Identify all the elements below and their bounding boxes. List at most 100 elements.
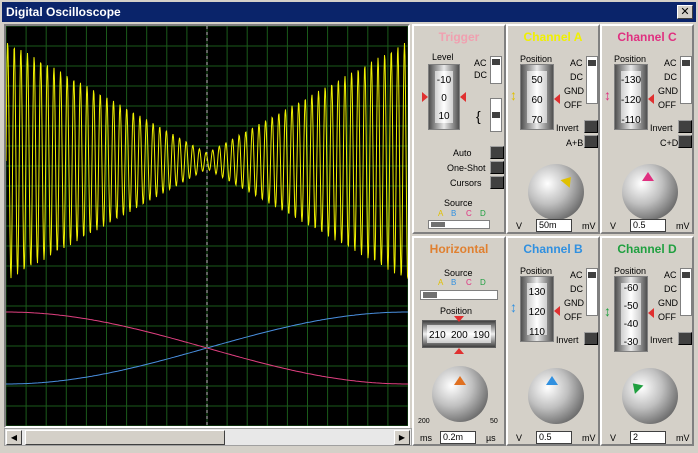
hpos-tick: 210	[429, 330, 446, 341]
coupling-switch[interactable]	[490, 56, 502, 84]
hsource-c: C	[466, 278, 472, 287]
timebase-knob[interactable]	[432, 366, 488, 422]
horizontal-source-slider[interactable]	[420, 290, 498, 300]
cha-tick: 70	[531, 115, 543, 126]
cha-unit-right: mV	[582, 221, 596, 231]
close-button[interactable]: ✕	[677, 5, 693, 19]
channel-b-panel: Channel B Position 130 120 110 ↕ AC DC G…	[506, 236, 600, 446]
trigger-level-scale[interactable]: -10 0 10	[428, 64, 460, 130]
chc-arrow-icon: ↕	[604, 87, 611, 103]
cha-tick: 60	[531, 95, 543, 106]
chd-position-scale[interactable]: -60 -50 -40 -30	[614, 276, 648, 352]
title-bar[interactable]: Digital Oscilloscope ✕	[2, 2, 696, 22]
cha-dc: DC	[570, 72, 583, 82]
chb-gnd: GND	[564, 298, 584, 308]
cursors-label: Cursors	[450, 178, 482, 188]
chc-combine-button[interactable]	[678, 135, 692, 148]
channel-b-title: Channel B	[523, 242, 583, 256]
cha-invert-label: Invert	[556, 123, 579, 133]
timebase-input[interactable]: 0.2m	[440, 431, 476, 444]
chb-tick: 120	[528, 307, 546, 318]
chd-ac: AC	[664, 270, 677, 280]
window-title: Digital Oscilloscope	[6, 5, 121, 19]
chd-volts-input[interactable]: 2	[630, 431, 666, 444]
chb-volts-knob[interactable]	[528, 368, 584, 424]
waveform-canvas	[6, 26, 408, 426]
chb-ac: AC	[570, 270, 583, 280]
chd-position-label: Position	[614, 266, 647, 276]
cha-volts-input[interactable]: 50m	[536, 219, 572, 232]
source-d: D	[480, 209, 486, 218]
dc-label: DC	[474, 70, 487, 80]
chc-off: OFF	[658, 100, 676, 110]
cha-combine-button[interactable]	[584, 135, 598, 148]
cha-position-scale[interactable]: 50 60 70	[520, 64, 554, 130]
chc-marker-icon	[648, 94, 654, 104]
chd-pointer-icon	[628, 379, 644, 394]
cha-volts-knob[interactable]	[528, 164, 584, 220]
hsource-d: D	[480, 278, 486, 287]
cha-invert-button[interactable]	[584, 120, 598, 133]
channel-c-title: Channel C	[617, 30, 677, 44]
chb-off: OFF	[564, 312, 582, 322]
horizontal-source-label: Source	[444, 268, 473, 278]
horizontal-position-label: Position	[440, 306, 473, 316]
chc-tick: -120	[620, 95, 641, 106]
chc-unit-left: V	[610, 221, 617, 231]
chc-invert-label: Invert	[650, 123, 673, 133]
edge-switch[interactable]	[490, 98, 502, 132]
chc-gnd: GND	[658, 86, 678, 96]
dial-low: 200	[418, 418, 430, 425]
chd-unit-right: mV	[676, 433, 690, 443]
chc-volts-knob[interactable]	[622, 164, 678, 220]
level-label: Level	[432, 52, 454, 62]
scroll-thumb[interactable]	[25, 430, 225, 445]
hpos-tick: 200	[451, 330, 468, 341]
channel-a-panel: Channel A Position 50 60 70 ↕ AC DC GND …	[506, 24, 600, 234]
trigger-panel: Trigger Level -10 0 10 AC DC { Auto One-…	[412, 24, 506, 234]
chc-combine-label: C+D	[660, 138, 679, 148]
chb-position-label: Position	[520, 266, 553, 276]
chc-invert-button[interactable]	[678, 120, 692, 133]
chd-volts-knob[interactable]	[622, 368, 678, 424]
chb-marker-icon	[554, 306, 560, 316]
chc-tick: -130	[620, 75, 641, 86]
scope-display	[4, 24, 410, 428]
cha-position-label: Position	[520, 54, 553, 64]
chc-volts-input[interactable]: 0.5	[630, 219, 666, 232]
scroll-right-button[interactable]: ▶	[394, 430, 410, 445]
hpos-marker-icon	[454, 348, 464, 354]
chb-unit-left: V	[516, 433, 523, 443]
cursors-button[interactable]	[490, 176, 504, 189]
chb-position-scale[interactable]: 130 120 110	[520, 276, 554, 342]
chb-unit-right: mV	[582, 433, 596, 443]
horizontal-scrollbar[interactable]: ◀ ▶	[4, 428, 412, 446]
oscilloscope-window: Digital Oscilloscope ✕ ◀ ▶ Trigger Level…	[0, 0, 698, 453]
dial-high: 50	[490, 418, 498, 425]
oneshot-button[interactable]	[490, 161, 504, 174]
chb-coupling-switch[interactable]	[586, 268, 598, 316]
trigger-source-slider[interactable]	[428, 220, 490, 229]
scroll-left-button[interactable]: ◀	[6, 430, 22, 445]
chd-gnd: GND	[658, 298, 678, 308]
chd-coupling-switch[interactable]	[680, 268, 692, 316]
horizontal-position-scale[interactable]: 210 200 190	[422, 320, 496, 348]
chb-tick: 130	[528, 287, 546, 298]
chc-position-scale[interactable]: -130 -120 -110	[614, 64, 648, 130]
level-marker-icon	[422, 92, 428, 102]
chc-coupling-switch[interactable]	[680, 56, 692, 104]
cha-coupling-switch[interactable]	[586, 56, 598, 104]
horizontal-panel: Horizontal Source A B C D Position 210 2…	[412, 236, 506, 446]
chd-unit-left: V	[610, 433, 617, 443]
ac-label: AC	[474, 58, 487, 68]
source-a: A	[438, 209, 444, 218]
chb-invert-button[interactable]	[584, 332, 598, 345]
chb-volts-input[interactable]: 0.5	[536, 431, 572, 444]
chd-invert-button[interactable]	[678, 332, 692, 345]
auto-button[interactable]	[490, 146, 504, 159]
channel-a-title: Channel A	[523, 30, 583, 44]
chb-pointer-icon	[546, 376, 558, 385]
level-marker-icon	[460, 92, 466, 102]
horizontal-title: Horizontal	[429, 242, 489, 256]
cha-tick: 50	[531, 75, 543, 86]
